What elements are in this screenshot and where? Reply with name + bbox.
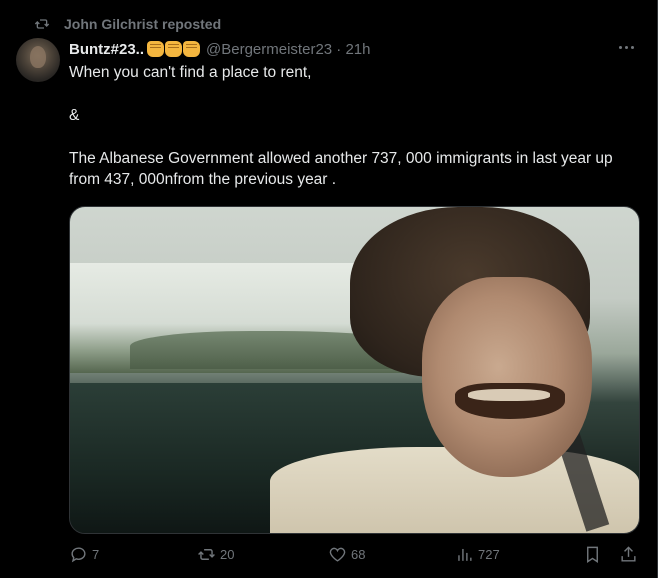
like-button[interactable]: 68 [328, 542, 365, 566]
fist-emoji-icon [183, 41, 201, 57]
reply-icon [71, 546, 86, 562]
repost-button[interactable]: 20 [197, 542, 234, 566]
post-header: Buntz#23.. @Bergermeister23 · 21h [69, 38, 370, 60]
like-count: 68 [351, 546, 366, 562]
heart-icon [329, 547, 346, 562]
fist-emoji-icon [147, 41, 165, 57]
avatar[interactable] [16, 38, 60, 82]
share-button[interactable] [619, 542, 642, 566]
more-options-icon[interactable] [616, 40, 636, 54]
repost-context[interactable]: John Gilchrist reposted [34, 15, 221, 33]
post-text-line: & [69, 107, 80, 124]
post-text: When you can't find a place to rent, & T… [69, 62, 629, 190]
display-name[interactable]: Buntz#23.. [69, 41, 144, 58]
repost-count: 20 [220, 546, 235, 562]
retweet-icon [34, 19, 50, 29]
action-bar: 7 20 68 727 [69, 542, 638, 566]
reply-button[interactable]: 7 [69, 542, 99, 566]
views-count: 727 [478, 546, 500, 562]
reply-count: 7 [92, 546, 100, 562]
handle-timestamp[interactable]: @Bergermeister23 · 21h [206, 41, 370, 58]
retweet-icon [198, 548, 215, 560]
bookmark-icon [587, 546, 598, 563]
analytics-icon [458, 548, 472, 561]
share-icon [621, 545, 636, 562]
post-text-line: When you can't find a place to rent, [69, 64, 312, 81]
fist-emoji-icon [165, 41, 183, 57]
views-button[interactable]: 727 [455, 542, 500, 566]
post-media-image[interactable] [69, 206, 640, 534]
repost-label: John Gilchrist reposted [64, 16, 222, 32]
name-emojis [147, 41, 201, 57]
bookmark-button[interactable] [583, 542, 606, 566]
post-text-line: The Albanese Government allowed another … [69, 150, 613, 188]
